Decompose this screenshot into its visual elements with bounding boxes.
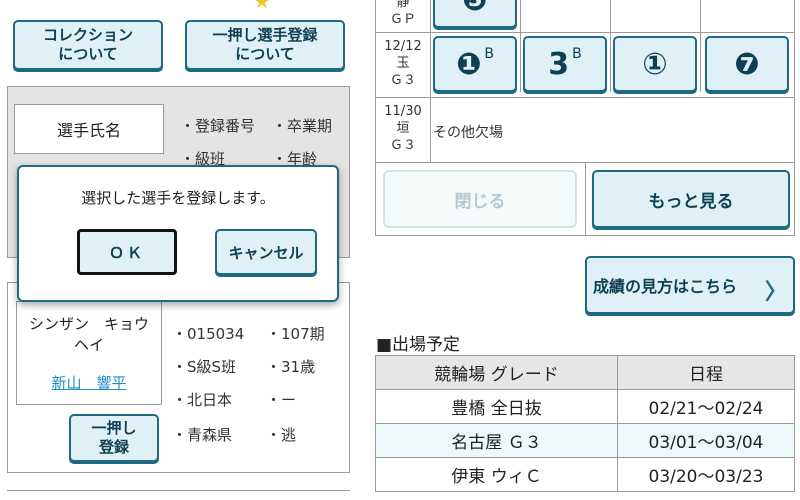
player-style: ・逃: [266, 426, 297, 444]
race-date-line: 11/30: [384, 104, 422, 119]
grid-line: [375, 32, 795, 33]
player-name-link[interactable]: 新山 響平: [17, 372, 161, 393]
player-prefecture: ・青森県: [172, 426, 233, 444]
more-button[interactable]: もっと見る: [592, 170, 790, 228]
divider: [7, 490, 350, 500]
ok-button[interactable]: ＯＫ: [77, 229, 177, 275]
race-date-line: 玉: [396, 56, 410, 71]
grid-line: [375, 97, 795, 98]
column-header: 日程: [617, 355, 795, 390]
howto-button[interactable]: 成績の見方はこちら 〉: [585, 256, 795, 314]
player-registration-number: ・015034: [172, 325, 245, 343]
confirm-dialog: 選択した選手を登録します。 ＯＫ キャンセル: [17, 165, 339, 302]
player-kana: シンザン キョウ ヘイ: [28, 315, 149, 354]
dialog-message: 選択した選手を登録します。: [81, 189, 275, 207]
race-result-button[interactable]: ❼: [705, 36, 789, 92]
search-option-graduation-term[interactable]: ・卒業期: [272, 115, 332, 136]
table-row: 名古屋 Ｇ３ 03/01〜03/04: [375, 423, 795, 458]
schedule-title: ■出場予定: [376, 335, 461, 355]
table-cell: 伊東 ウィＣ: [375, 457, 618, 492]
cancel-button[interactable]: キャンセル: [215, 229, 317, 275]
grid-line: [520, 0, 521, 92]
schedule-table: 競輪場 グレード 日程 豊橋 全日抜 02/21〜02/24 名古屋 Ｇ３ 03…: [375, 355, 795, 492]
player-graduation-term: ・107期: [266, 325, 325, 343]
quick-register-button[interactable]: 一押し 登録: [69, 414, 159, 462]
player-name-search-button[interactable]: 選手氏名: [14, 104, 164, 154]
star-icon: ★: [253, 0, 273, 8]
race-absent-note: その他欠場: [433, 125, 503, 141]
player-age: ・31歳: [266, 358, 316, 376]
race-date-1: 静 ＧＰ: [378, 0, 428, 28]
race-result-button[interactable]: ①: [613, 36, 697, 92]
table-cell: 03/20〜03/23: [617, 457, 795, 492]
table-row: 豊橋 全日抜 02/21〜02/24: [375, 389, 795, 424]
grid-line: [585, 162, 586, 236]
player-other: ・ー: [266, 391, 297, 409]
table-cell: 03/01〜03/04: [617, 423, 795, 458]
grid-line: [610, 0, 611, 92]
grid-line: [700, 0, 701, 92]
race-result-button[interactable]: ❶B: [433, 36, 517, 92]
race-result-button[interactable]: ❺: [433, 0, 517, 28]
player-name-box: シンザン キョウ ヘイ 新山 響平: [16, 301, 162, 405]
race-result-button[interactable]: 3B: [523, 36, 607, 92]
table-header-row: 競輪場 グレード 日程: [375, 355, 795, 390]
race-date-line: 静: [396, 0, 410, 10]
column-header: 競輪場 グレード: [375, 355, 618, 390]
chevron-right-icon: 〉: [764, 280, 787, 305]
race-date-3: 11/30 垣 Ｇ３: [378, 103, 428, 154]
race-date-line: Ｇ３: [389, 73, 416, 88]
quick-register-info-button[interactable]: 一押し選手登録 について: [185, 20, 345, 70]
collection-info-button[interactable]: コレクション について: [13, 20, 163, 70]
table-cell: 名古屋 Ｇ３: [375, 423, 618, 458]
player-class: ・S級S班: [172, 358, 237, 376]
race-date-2: 12/12 玉 Ｇ３: [378, 38, 428, 89]
player-region: ・北日本: [172, 391, 233, 409]
table-cell: 02/21〜02/24: [617, 389, 795, 424]
search-option-registration-number[interactable]: ・登録番号: [180, 115, 255, 136]
race-date-line: Ｇ３: [389, 138, 416, 153]
close-button[interactable]: 閉じる: [383, 170, 577, 228]
race-date-line: 垣: [396, 121, 410, 136]
table-row: 伊東 ウィＣ 03/20〜03/23: [375, 457, 795, 492]
race-date-line: 12/12: [384, 39, 422, 54]
table-cell: 豊橋 全日抜: [375, 389, 618, 424]
grid-line: [430, 0, 431, 162]
race-date-line: ＧＰ: [389, 12, 416, 27]
